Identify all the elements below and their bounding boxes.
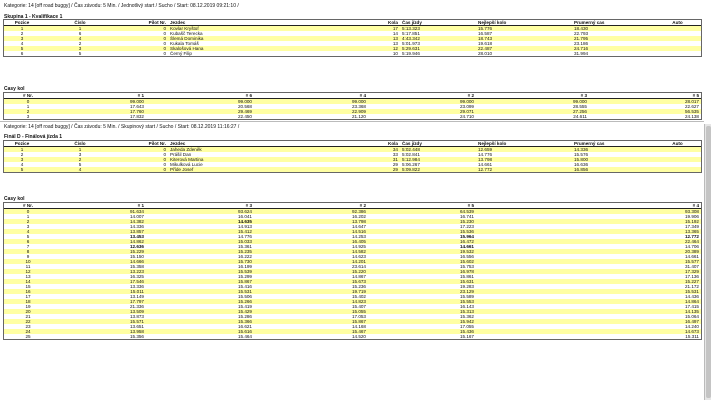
scrollbar-thumb[interactable] <box>706 126 711 398</box>
table-cell: 5 <box>4 167 40 172</box>
race2-laps-title: Casy kol <box>4 196 25 202</box>
table-cell: 6 <box>4 51 40 56</box>
table-cell: 0 <box>120 51 168 56</box>
race1-laps-title: Casy kol <box>4 86 25 92</box>
table-cell <box>654 51 701 56</box>
table-cell: 10 <box>366 51 400 56</box>
table-cell: 12.772 <box>476 167 572 172</box>
table-cell: 14.520 <box>254 334 368 339</box>
table-cell: 31.994 <box>572 51 654 56</box>
table-cell: 24.138 <box>589 114 701 119</box>
race2-group-line: Finál D - Finálová jízda 1 <box>4 134 63 140</box>
table-cell: 15.311 <box>476 334 701 339</box>
table-row: 5 4 0 Příde Josef 29 5:09.822 12.772 16.856 <box>4 167 701 172</box>
table-cell: 15.464 <box>146 334 254 339</box>
table-cell: 15.356 <box>52 334 146 339</box>
table-cell: Příde Josef <box>168 167 366 172</box>
table-cell: 5:09.822 <box>400 167 476 172</box>
table-cell: 3 <box>4 114 52 119</box>
table-cell: 24.611 <box>476 114 589 119</box>
table-row: 25 15.356 15.464 14.520 15.167 15.311 <box>4 334 701 339</box>
table-cell: 4 <box>40 167 120 172</box>
race1-category-line: Kategorie: 14 [off road buggy] / Čas záv… <box>4 3 239 9</box>
table-cell: 22.450 <box>146 114 254 119</box>
table-cell: 25 <box>4 334 52 339</box>
table-cell: 5:19.946 <box>400 51 476 56</box>
table-cell: 5 <box>40 51 120 56</box>
table-cell: 21.120 <box>254 114 368 119</box>
vertical-scrollbar[interactable] <box>704 124 711 400</box>
race2-results-table: Pozice Číslo Pilot Nr. Jezdec Kola Čas jízdy N… <box>3 140 702 173</box>
race1-results-table: Pozice Číslo Pilot Nr. Jezdec Kola Čas jízdy N… <box>3 19 702 57</box>
table-cell: 28.010 <box>476 51 572 56</box>
race2-laps-table: # Nr. # 1 # 3 # 2 # 5 # 4 0 91.634 93.624 92.386… <box>3 202 702 340</box>
table-cell: Černý Filip <box>168 51 366 56</box>
table-cell: 16.856 <box>572 167 654 172</box>
table-row: 3 17.832 22.450 21.120 24.710 24.611 24.138 <box>4 114 701 119</box>
table-cell: 29 <box>366 167 400 172</box>
table-cell: 0 <box>120 167 168 172</box>
table-cell: 15.167 <box>368 334 476 339</box>
table-cell <box>654 167 701 172</box>
table-cell: 17.832 <box>52 114 146 119</box>
race1-laps-table: # Nr. # 1 # 6 # 4 # 2 # 3 # 5 0 99.000 99.000 99.… <box>3 92 702 120</box>
table-cell: 24.710 <box>368 114 476 119</box>
table-row: 6 5 0 Černý Filip 10 5:19.946 28.010 31.994 <box>4 51 701 56</box>
race2-category-line: Kategorie: 14 [off road buggy] / Čas záv… <box>4 124 240 130</box>
section-separator <box>0 121 704 122</box>
